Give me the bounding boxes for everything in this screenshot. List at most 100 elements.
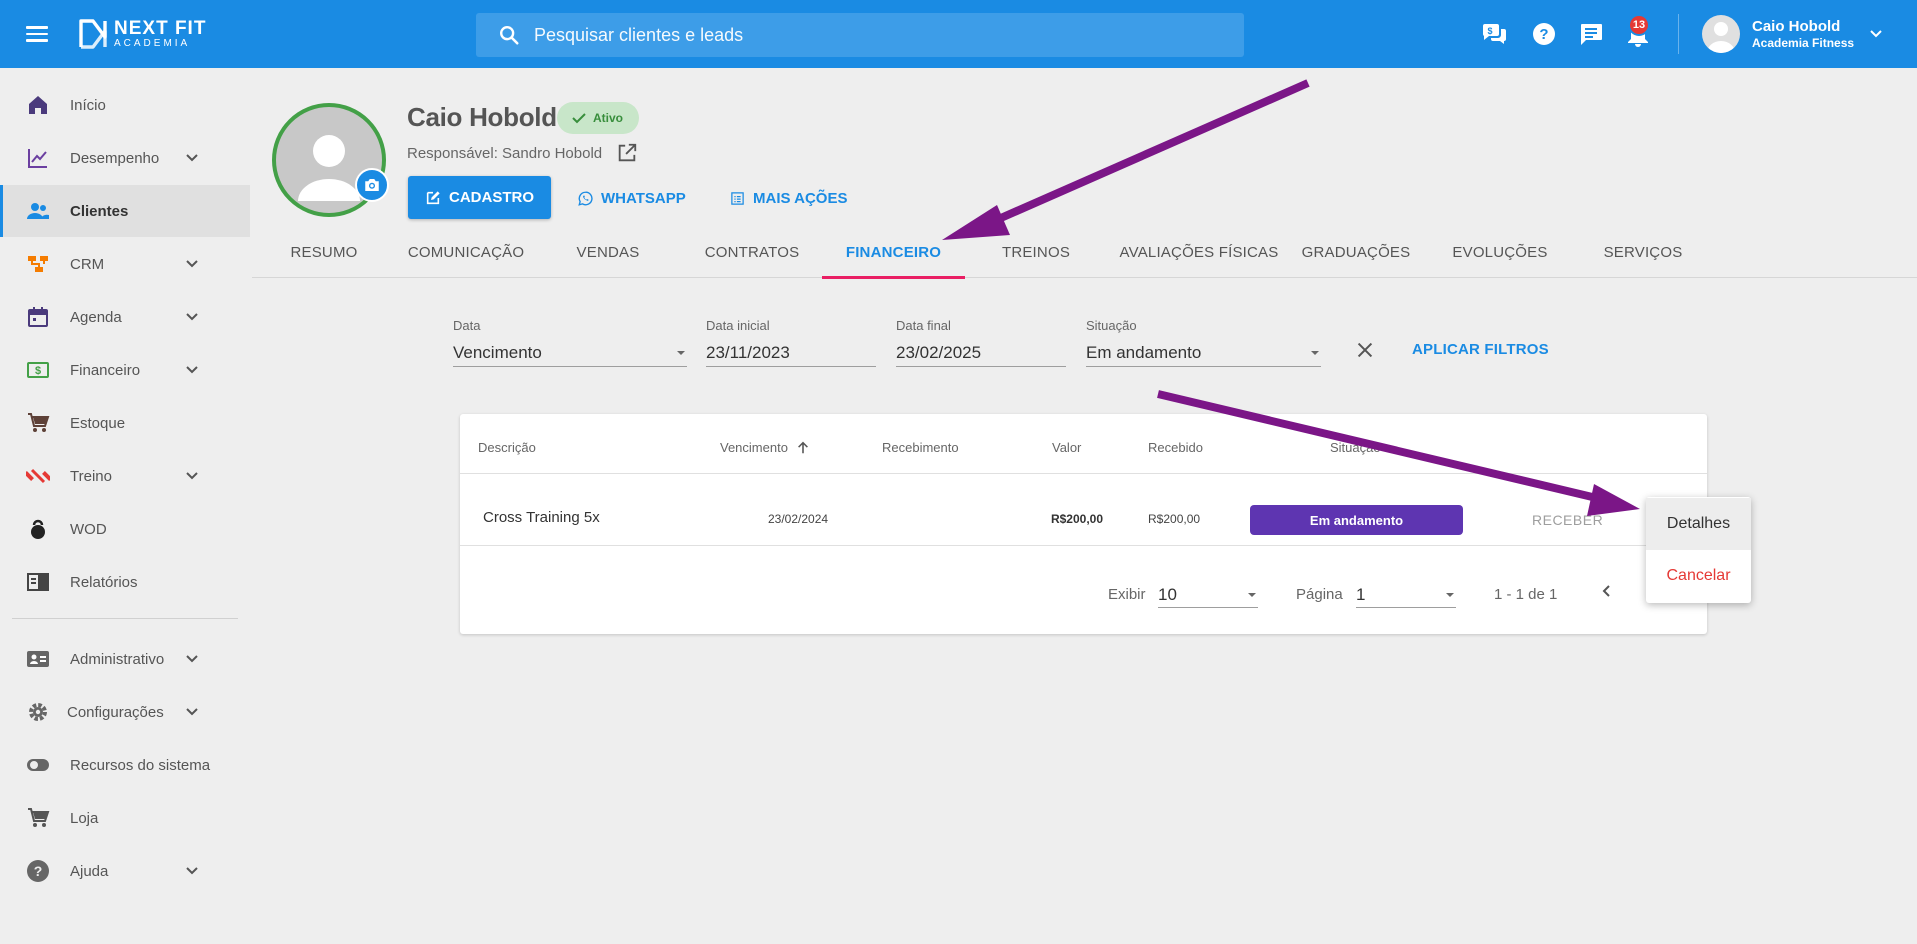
date-type-filter[interactable]: Data Vencimento: [453, 318, 687, 367]
cadastro-button[interactable]: CADASTRO: [408, 176, 551, 219]
page-select[interactable]: 1: [1356, 582, 1456, 608]
page-size-value: 10: [1158, 584, 1177, 604]
chevron-down-icon: [186, 472, 198, 480]
sidebar-item-treino[interactable]: Treino: [0, 450, 250, 502]
header-divider: [1678, 14, 1679, 54]
sidebar-item-crm[interactable]: CRM: [0, 238, 250, 290]
end-date-filter[interactable]: Data final 23/02/2025: [896, 318, 1066, 367]
row-recebido: R$200,00: [1148, 512, 1201, 526]
tab-evolucoes[interactable]: EVOLUÇÕES: [1434, 226, 1566, 278]
column-header-vencimento[interactable]: Vencimento: [720, 440, 810, 455]
sidebar-item-estoque[interactable]: Estoque: [0, 397, 250, 449]
logo[interactable]: NEXT FIT ACADEMIA: [78, 18, 206, 50]
messages-icon[interactable]: [1577, 20, 1605, 48]
sidebar-item-desempenho[interactable]: Desempenho: [0, 132, 250, 184]
change-photo-button[interactable]: [355, 168, 389, 202]
crm-flow-icon: [28, 256, 48, 272]
situation-filter[interactable]: Situação Em andamento: [1086, 318, 1321, 367]
report-icon: [27, 573, 49, 591]
chevron-down-icon: [186, 366, 198, 374]
start-date-input[interactable]: 23/11/2023: [706, 339, 876, 367]
sidebar-item-agenda[interactable]: Agenda: [0, 291, 250, 343]
column-header-descricao[interactable]: Descrição: [478, 440, 536, 455]
tab-servicos[interactable]: SERVIÇOS: [1577, 226, 1709, 278]
external-link-icon[interactable]: [616, 142, 638, 164]
sidebar-item-ajuda[interactable]: ? Ajuda: [0, 845, 250, 897]
caret-down-icon: [1446, 592, 1454, 597]
column-header-situacao[interactable]: Situação: [1330, 440, 1381, 455]
calendar-icon: [28, 307, 48, 327]
sidebar-item-label: Treino: [70, 467, 112, 485]
page-size-select[interactable]: 10: [1158, 582, 1258, 608]
tab-avaliacoes-fisicas[interactable]: AVALIAÇÕES FÍSICAS: [1113, 226, 1285, 278]
receive-button[interactable]: RECEBER: [1532, 512, 1603, 528]
help-icon[interactable]: ?: [1530, 20, 1558, 48]
date-type-select[interactable]: Vencimento: [453, 339, 687, 367]
end-date-label: Data final: [896, 318, 951, 333]
more-actions-button[interactable]: MAIS AÇÕES: [730, 186, 847, 210]
menu-item-detalhes[interactable]: Detalhes: [1646, 498, 1751, 550]
tab-comunicacao[interactable]: COMUNICAÇÃO: [400, 226, 532, 278]
sidebar-item-label: Ajuda: [70, 862, 109, 880]
header-divider-line: [460, 473, 1707, 474]
situation-select[interactable]: Em andamento: [1086, 339, 1321, 367]
menu-item-cancelar[interactable]: Cancelar: [1646, 550, 1751, 602]
sidebar-item-administrativo[interactable]: Administrativo: [0, 633, 250, 685]
chevron-down-icon: [186, 154, 198, 162]
people-icon: [27, 203, 49, 219]
user-name: Caio Hobold: [1752, 17, 1841, 35]
sidebar-item-label: Recursos do sistema: [70, 756, 211, 774]
check-icon: [572, 113, 586, 124]
end-date-value: 23/02/2025: [896, 342, 982, 362]
sidebar-item-inicio[interactable]: Início: [0, 79, 250, 131]
sidebar-item-wod[interactable]: WOD: [0, 503, 250, 555]
user-avatar: [1702, 15, 1740, 53]
caret-down-icon: [1311, 350, 1319, 355]
chevron-down-icon: [186, 313, 198, 321]
sidebar-item-financeiro[interactable]: $ Financeiro: [0, 344, 250, 396]
sidebar-item-recursos-do-sistema[interactable]: Recursos do sistema: [0, 739, 250, 791]
column-header-recebimento[interactable]: Recebimento: [882, 440, 959, 455]
whatsapp-button[interactable]: WHATSAPP: [578, 186, 686, 210]
sidebar-item-loja[interactable]: Loja: [0, 792, 250, 844]
whatsapp-icon: [578, 191, 593, 206]
camera-icon: [365, 179, 379, 191]
search-bar[interactable]: [476, 13, 1244, 57]
start-date-filter[interactable]: Data inicial 23/11/2023: [706, 318, 876, 367]
sidebar-item-relatorios[interactable]: Relatórios: [0, 556, 250, 608]
search-icon: [500, 26, 519, 45]
tab-contratos[interactable]: CONTRATOS: [686, 226, 818, 278]
chevron-left-icon[interactable]: [1598, 582, 1616, 600]
svg-text:?: ?: [34, 863, 43, 879]
tab-treinos[interactable]: TREINOS: [970, 226, 1102, 278]
situation-label: Situação: [1086, 318, 1137, 333]
page-size-label: Exibir: [1108, 586, 1146, 603]
search-input[interactable]: [534, 24, 1214, 46]
row-descricao: Cross Training 5x: [483, 509, 600, 526]
tab-vendas[interactable]: VENDAS: [542, 226, 674, 278]
clear-filters-icon[interactable]: [1354, 339, 1376, 361]
column-header-recebido[interactable]: Recebido: [1148, 440, 1203, 455]
start-date-label: Data inicial: [706, 318, 770, 333]
sidebar-item-label: Desempenho: [70, 149, 160, 167]
apply-filters-button[interactable]: APLICAR FILTROS: [1412, 341, 1549, 358]
start-date-value: 23/11/2023: [706, 342, 790, 362]
end-date-input[interactable]: 23/02/2025: [896, 339, 1066, 367]
status-badge: Ativo: [557, 102, 639, 134]
sidebar-item-label: Administrativo: [70, 650, 165, 668]
row-divider-line: [460, 545, 1707, 546]
responsible-line: Responsável: Sandro Hobold: [407, 142, 638, 164]
tab-resumo[interactable]: RESUMO: [258, 226, 390, 278]
status-badge-label: Ativo: [593, 111, 623, 125]
column-header-valor[interactable]: Valor: [1052, 440, 1081, 455]
dumbbell-icon: [26, 468, 50, 484]
tab-graduacoes[interactable]: GRADUAÇÕES: [1290, 226, 1422, 278]
financial-chat-icon[interactable]: $: [1480, 20, 1508, 48]
help-circle-icon: ?: [27, 860, 49, 882]
sidebar-item-clientes[interactable]: Clientes: [0, 185, 250, 237]
user-menu[interactable]: Caio Hobold Academia Fitness: [1702, 15, 1884, 53]
tab-financeiro[interactable]: FINANCEIRO: [822, 226, 965, 279]
column-header-vencimento-label: Vencimento: [720, 440, 788, 455]
hamburger-menu-icon[interactable]: [26, 22, 54, 46]
sidebar-item-configuracoes[interactable]: Configurações: [0, 686, 250, 738]
